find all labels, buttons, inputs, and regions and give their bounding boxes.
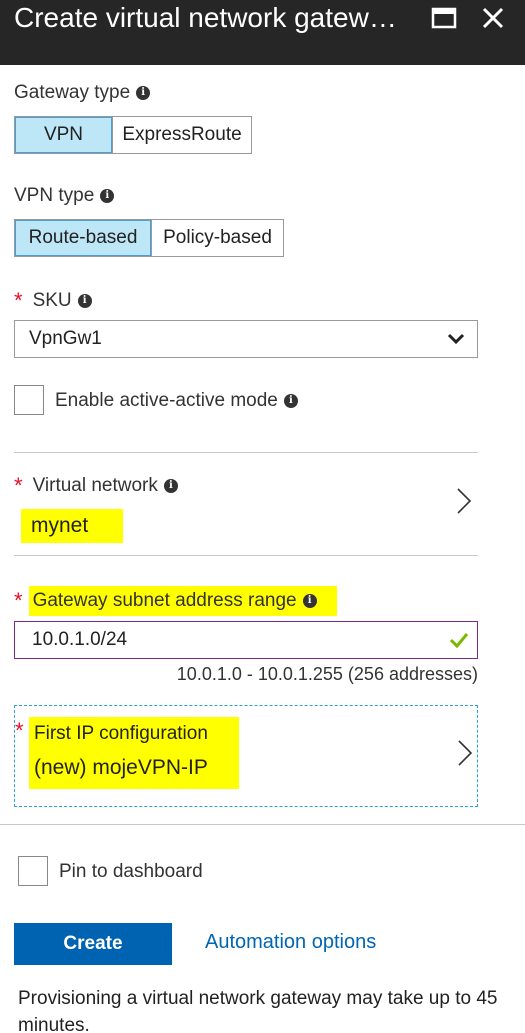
sku-value: VpnGw1 bbox=[29, 328, 102, 349]
virtual-network-label: * Virtual network i bbox=[14, 473, 178, 499]
ip-configuration-value: (new) mojeVPN-IP bbox=[34, 756, 208, 779]
divider bbox=[0, 824, 525, 825]
blade-title: Create virtual network gatew… bbox=[14, 2, 397, 33]
ip-configuration-label: First IP configuration bbox=[34, 723, 208, 744]
info-icon[interactable]: i bbox=[100, 189, 115, 203]
active-active-checkbox[interactable] bbox=[14, 385, 44, 415]
gateway-type-vpn-option[interactable]: VPN bbox=[15, 117, 112, 153]
pin-to-dashboard-checkbox[interactable] bbox=[18, 856, 48, 886]
chevron-right-icon bbox=[457, 488, 472, 514]
gateway-subnet-input[interactable]: 10.0.1.0/24 bbox=[14, 621, 478, 659]
sku-dropdown[interactable]: VpnGw1 bbox=[14, 320, 478, 358]
gateway-type-label: Gateway type i bbox=[14, 82, 151, 104]
required-marker: * bbox=[14, 288, 23, 313]
pin-to-dashboard-label: Pin to dashboard bbox=[59, 861, 203, 882]
required-marker: * bbox=[14, 473, 23, 498]
maximize-button[interactable] bbox=[426, 2, 462, 34]
gateway-type-selector: VPN ExpressRoute bbox=[14, 116, 252, 154]
required-marker: * bbox=[15, 718, 24, 743]
close-icon bbox=[482, 7, 504, 29]
ip-configuration-picker[interactable]: * First IP configuration (new) mojeVPN-I… bbox=[14, 705, 478, 807]
vpn-type-label: VPN type i bbox=[14, 185, 115, 207]
divider bbox=[14, 555, 478, 556]
blade-header: Create virtual network gatew… bbox=[0, 0, 525, 65]
create-button[interactable]: Create bbox=[14, 923, 172, 965]
info-icon[interactable]: i bbox=[283, 394, 298, 408]
gateway-subnet-value: 10.0.1.0/24 bbox=[32, 629, 128, 650]
sku-label: * SKU i bbox=[14, 288, 92, 314]
maximize-icon bbox=[431, 7, 457, 29]
vpn-type-route-based-option[interactable]: Route-based bbox=[15, 220, 151, 256]
close-button[interactable] bbox=[475, 2, 511, 34]
vpn-type-policy-based-option[interactable]: Policy-based bbox=[151, 220, 283, 256]
address-range-hint: 10.0.1.0 - 10.0.1.255 (256 addresses) bbox=[176, 664, 478, 684]
gateway-type-expressroute-option[interactable]: ExpressRoute bbox=[112, 117, 251, 153]
chevron-right-icon bbox=[458, 740, 473, 766]
virtual-network-picker[interactable]: * Virtual network i mynet bbox=[14, 453, 478, 555]
automation-options-link[interactable]: Automation options bbox=[205, 931, 376, 954]
provisioning-note: Provisioning a virtual network gateway m… bbox=[18, 988, 498, 1033]
info-icon[interactable]: i bbox=[302, 594, 317, 608]
required-marker: * bbox=[14, 588, 23, 613]
active-active-label: Enable active-active mode i bbox=[55, 390, 298, 412]
checkmark-icon bbox=[449, 633, 469, 649]
info-icon[interactable]: i bbox=[77, 294, 92, 308]
info-icon[interactable]: i bbox=[163, 479, 178, 493]
gateway-subnet-label: * Gateway subnet address range i bbox=[14, 586, 337, 616]
chevron-down-icon bbox=[447, 333, 465, 345]
info-icon[interactable]: i bbox=[136, 86, 151, 100]
virtual-network-value: mynet bbox=[21, 509, 123, 543]
vpn-type-selector: Route-based Policy-based bbox=[14, 219, 284, 257]
